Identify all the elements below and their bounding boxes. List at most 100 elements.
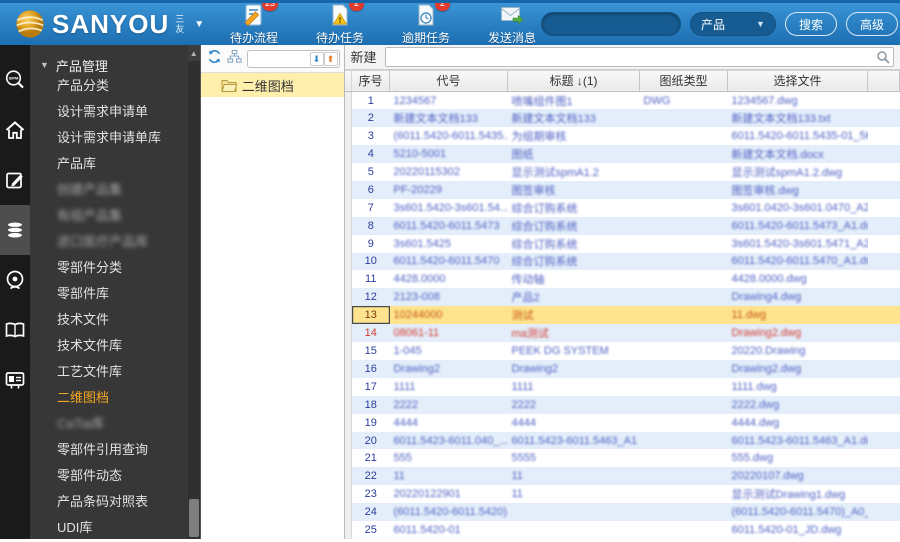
cell-code[interactable]: 6011.5423-6011.040_... [390, 432, 508, 450]
sidebar-item[interactable]: 设计需求申请单库 [30, 125, 200, 151]
cell-file-link[interactable]: 显示测试Drawing1.dwg [728, 485, 868, 503]
table-row[interactable]: 8 6011.5420-6011.5473 综合订购系统 6011.5420-6… [344, 216, 900, 235]
col-header-select-file[interactable]: 选择文件 [727, 69, 868, 92]
new-button[interactable]: 新建 [351, 47, 377, 66]
cell-file-link[interactable]: 3s601.5420-3s601.5471_A2-4 [728, 235, 868, 253]
logo-dropdown-caret[interactable]: ▼ [194, 19, 204, 30]
cell-title[interactable]: 4444 [508, 414, 640, 432]
cell-file-link[interactable]: Drawing2.dwg [728, 324, 868, 342]
table-row[interactable]: 13 10244000 测试 11.dwg [344, 306, 900, 325]
cell-file-link[interactable]: 6011.5420-6011.5435-01_5K... 4 [728, 127, 868, 145]
table-row[interactable]: 4 5210-5001 图纸 新建文本文档.docx [344, 145, 900, 163]
cell-title[interactable]: PEEK DG SYSTEM [508, 342, 640, 360]
database-icon[interactable] [0, 205, 30, 255]
cell-code[interactable]: (6011.5420-6011.5435... [390, 127, 508, 145]
cell-file-link[interactable]: 11.dwg [728, 306, 868, 324]
cell-code[interactable]: 1111 [390, 378, 508, 396]
cell-title[interactable]: 综合订购系统 [508, 253, 640, 271]
home-icon[interactable] [0, 105, 30, 155]
sidebar-item[interactable]: 零部件动态 [30, 463, 200, 489]
cell-code[interactable]: 4428.0000 [390, 270, 508, 288]
table-filter-input[interactable] [385, 48, 876, 65]
cell-code[interactable]: 3s601.5420-3s601.54... [390, 199, 508, 217]
table-row[interactable]: 16 Drawing2 Drawing2 Drawing2.dwg [344, 359, 900, 378]
table-row[interactable]: 15 1-045 PEEK DG SYSTEM 20220.Drawing [344, 342, 900, 360]
scrollbar-thumb[interactable] [188, 499, 199, 537]
sidebar-item[interactable]: 创建产品集 [30, 177, 200, 203]
cell-file-link[interactable]: 4444.dwg [728, 414, 868, 432]
cell-file-link[interactable]: 图签审核.dwg [728, 181, 868, 199]
cell-title[interactable]: 显示测试spmA1.2 [508, 163, 640, 181]
cell-file-link[interactable]: 6011.5420-6011.5470_A1.dwg [728, 253, 868, 271]
cell-title[interactable]: 产品2 [508, 288, 640, 306]
cell-title[interactable]: 2222 [508, 396, 640, 414]
cell-file-link[interactable]: 新建文本文档.docx [728, 145, 868, 163]
table-row[interactable]: 1 1234567 喷嘴组件图1 DWG 1234567.dwg [344, 91, 900, 110]
cell-code[interactable]: 2222 [390, 396, 508, 414]
edit-icon[interactable] [0, 155, 30, 205]
cell-file-link[interactable]: 4428.0000.dwg [728, 270, 868, 288]
table-row[interactable]: 3 (6011.5420-6011.5435... 为组期审核 6011.542… [344, 127, 900, 146]
table-row[interactable]: 2 新建文本文档133 新建文本文档133 新建文本文档133.txt [344, 109, 900, 128]
book-icon[interactable] [0, 305, 30, 355]
col-header-title-sorted[interactable]: 标题 ↓(1) [507, 69, 640, 92]
cell-title[interactable]: 图签审核 [508, 181, 640, 199]
cell-code[interactable]: 555 [390, 449, 508, 467]
table-row[interactable]: 11 4428.0000 传动轴 4428.0000.dwg [344, 270, 900, 289]
table-row[interactable]: 20 6011.5423-6011.040_... 6011.5423-6011… [344, 431, 900, 450]
pending-flows-button[interactable]: 23 待办流程 [225, 3, 283, 45]
cell-title[interactable]: 图纸 [508, 145, 640, 163]
table-row[interactable]: 5 20220115302 显示测试spmA1.2 显示测试spmA1.2.dw… [344, 162, 900, 181]
col-header-drawing-type[interactable]: 图纸类型 [639, 69, 728, 92]
cell-title[interactable]: 新建文本文档133 [508, 109, 640, 127]
cell-code[interactable]: 新建文本文档133 [390, 109, 508, 127]
cell-file-link[interactable]: 1111.dwg [728, 378, 868, 396]
cell-title[interactable]: 1111 [508, 378, 640, 396]
sidebar-item[interactable]: CaTia库 [30, 411, 200, 437]
cell-code[interactable]: 4444 [390, 414, 508, 432]
sidebar-item[interactable]: 技术文件库 [30, 333, 200, 359]
cell-code[interactable]: 3s601.5425 [390, 235, 508, 253]
expand-all-button[interactable]: ⬇ [309, 51, 324, 66]
cell-title[interactable]: 5555 [508, 449, 640, 467]
sidebar-item[interactable]: 产品条码对照表 [30, 489, 200, 515]
cell-file-link[interactable]: 6011.5420-6011.5473_A1.dwg [728, 217, 868, 235]
cell-file-link[interactable]: 20220.Drawing [728, 342, 868, 360]
sidebar-item[interactable]: 零部件库 [30, 281, 200, 307]
cell-file-link[interactable]: Drawing4.dwg [728, 288, 868, 306]
cell-file-link[interactable]: 6011.5423-6011.5463_A1.dwg [728, 432, 868, 450]
table-row[interactable]: 23 20220122901 11 显示测试Drawing1.dwg [344, 485, 900, 504]
table-row[interactable]: 10 6011.5420-6011.5470 综合订购系统 6011.5420-… [344, 252, 900, 271]
pending-tasks-button[interactable]: 2 待办任务 [311, 3, 369, 45]
cell-file-link[interactable]: 显示测试spmA1.2.dwg [728, 163, 868, 181]
refresh-icon[interactable] [207, 49, 222, 69]
cell-title[interactable]: 6011.5423-6011.5463_A1 [508, 432, 640, 450]
cell-title[interactable]: 喷嘴组件图1 [508, 91, 640, 109]
tree-hierarchy-icon[interactable] [227, 49, 242, 69]
cell-file-link[interactable]: 555.dwg [728, 449, 868, 467]
table-row[interactable]: 12 2123-008 产品2 Drawing4.dwg [344, 288, 900, 307]
table-row[interactable]: 22 11 11 20220107.dwg [344, 467, 900, 486]
search-category-select[interactable]: 产品 ▼ [689, 12, 776, 36]
cell-title[interactable]: 测试 [508, 306, 640, 324]
sidebar-item[interactable]: 二维图档 [30, 385, 200, 411]
cell-code[interactable]: PF-20229 [390, 181, 508, 199]
sidebar-item[interactable]: UDI库 [30, 515, 200, 541]
sidebar-section-product-management[interactable]: ▼ 产品管理 [30, 45, 200, 74]
app-logo[interactable]: SANYOU 三友 ▼ [0, 8, 213, 40]
table-row[interactable]: 25 6011.5420-01 6011.5420-01_JD.dwg [344, 521, 900, 539]
cell-code[interactable]: Drawing2 [390, 360, 508, 378]
cell-code[interactable]: 08061-11 [390, 324, 508, 342]
overdue-tasks-button[interactable]: 2 逾期任务 [397, 3, 455, 45]
cell-code[interactable]: 6011.5420-6011.5470 [390, 253, 508, 271]
cell-file-link[interactable]: Drawing2.dwg [728, 360, 868, 378]
scroll-up-arrow-icon[interactable]: ▲ [187, 45, 200, 61]
cell-code[interactable]: (6011.5420-6011.5420)... [390, 503, 508, 521]
cell-title[interactable]: 综合订购系统 [508, 235, 640, 253]
broadcast-icon[interactable] [0, 255, 30, 305]
send-message-button[interactable]: 发送消息 [483, 3, 541, 45]
sipm-search-icon[interactable]: SIPM [0, 55, 30, 105]
cell-code[interactable]: 20220122901 [390, 485, 508, 503]
table-row[interactable]: 18 2222 2222 2222.dwg [344, 395, 900, 414]
cell-code[interactable]: 10244000 [390, 306, 508, 324]
